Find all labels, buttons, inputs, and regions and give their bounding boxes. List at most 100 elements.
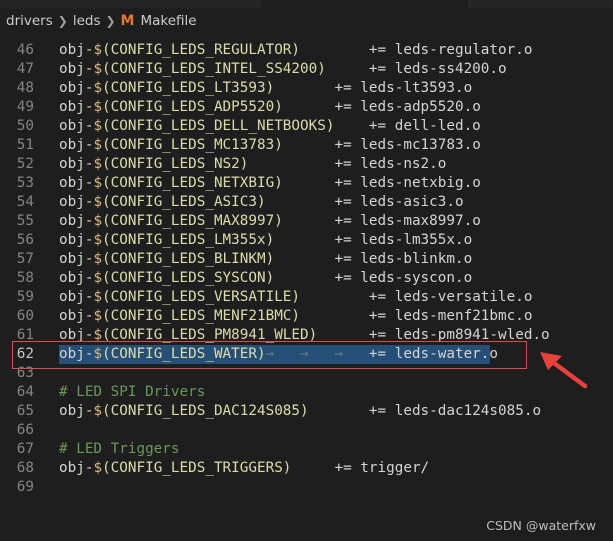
code-variable: (CONFIG_LEDS_LM355x) (102, 232, 275, 248)
code-comment: # LED SPI Drivers (59, 384, 206, 400)
line-number: 50 (16, 118, 34, 134)
code-obj: obj- (59, 42, 94, 58)
code-variable: (CONFIG_LEDS_INTEL_SS4200) (102, 61, 326, 77)
code-obj: obj- (59, 403, 94, 419)
code-content: obj-$(CONFIG_LEDS_TRIGGERS) += trigger/ (59, 459, 429, 478)
code-spacing (283, 99, 335, 115)
code-content: obj-$(CONFIG_LEDS_DAC124S085) += leds-da… (59, 402, 541, 421)
code-dollar: $ (93, 251, 103, 267)
line-number: 65 (16, 403, 34, 419)
code-content: obj-$(CONFIG_LEDS_MAX8997) += leds-max89… (59, 212, 481, 231)
code-variable: (CONFIG_LEDS_REGULATOR) (102, 42, 301, 58)
code-line[interactable]: 67 # LED Triggers (0, 440, 613, 459)
highlight-box (12, 341, 527, 369)
code-line[interactable]: 52 obj-$(CONFIG_LEDS_NS2) += leds-ns2.o (0, 155, 613, 174)
code-dollar: $ (93, 156, 103, 172)
code-line[interactable]: 51 obj-$(CONFIG_LEDS_MC13783) += leds-mc1… (0, 136, 613, 155)
code-spacing (300, 289, 369, 305)
code-line[interactable]: 68 obj-$(CONFIG_LEDS_TRIGGERS) += trigger… (0, 459, 613, 478)
code-content: obj-$(CONFIG_LEDS_NETXBIG) += leds-netxb… (59, 174, 481, 193)
code-target: dell-led.o (386, 118, 481, 134)
code-line[interactable]: 60 obj-$(CONFIG_LEDS_MENF21BMC) += leds-m… (0, 307, 613, 326)
code-obj: obj- (59, 251, 94, 267)
code-spacing (300, 42, 369, 58)
code-dollar: $ (93, 232, 103, 248)
line-number: 52 (16, 156, 34, 172)
line-number: 48 (16, 80, 34, 96)
code-operator: += (334, 137, 352, 153)
code-operator: += (368, 61, 387, 77)
code-editor[interactable]: 46 obj-$(CONFIG_LEDS_REGULATOR) += leds-r… (0, 32, 613, 502)
code-line[interactable]: 55 obj-$(CONFIG_LEDS_MAX8997) += leds-max… (0, 212, 613, 231)
breadcrumb-file[interactable]: Makefile (140, 13, 196, 29)
tab-active[interactable] (262, 0, 468, 8)
code-dollar: $ (93, 42, 103, 58)
code-obj: obj- (59, 270, 94, 286)
code-dollar: $ (93, 118, 103, 134)
code-line[interactable]: 64 # LED SPI Drivers (0, 383, 613, 402)
code-target: leds-max8997.o (351, 213, 481, 229)
code-line[interactable]: 47 obj-$(CONFIG_LEDS_INTEL_SS4200) += led… (0, 60, 613, 79)
breadcrumb-drivers[interactable]: drivers (6, 13, 53, 29)
line-number: 67 (16, 441, 34, 457)
code-line[interactable]: 59 obj-$(CONFIG_LEDS_VERSATILE) += leds-v… (0, 288, 613, 307)
code-obj: obj- (59, 156, 94, 172)
code-dollar: $ (93, 61, 103, 77)
code-target: leds-mc13783.o (351, 137, 481, 153)
line-number: 46 (16, 42, 34, 58)
code-line[interactable]: 54 obj-$(CONFIG_LEDS_ASIC3) += leds-asic3… (0, 193, 613, 212)
code-variable: (CONFIG_LEDS_MAX8997) (102, 213, 283, 229)
code-operator: += (368, 289, 387, 305)
code-dollar: $ (93, 460, 103, 476)
code-operator: += (334, 251, 352, 267)
code-variable: (CONFIG_LEDS_DELL_NETBOOKS) (102, 118, 335, 134)
code-dollar: $ (93, 213, 103, 229)
code-obj: obj- (59, 99, 94, 115)
code-content: obj-$(CONFIG_LEDS_ASIC3) += leds-asic3.o (59, 193, 464, 212)
code-variable: (CONFIG_LEDS_ASIC3) (102, 194, 266, 210)
code-spacing (283, 137, 335, 153)
code-line[interactable]: 56 obj-$(CONFIG_LEDS_LM355x) += leds-lm35… (0, 231, 613, 250)
code-dollar: $ (93, 175, 103, 191)
code-line[interactable]: 49 obj-$(CONFIG_LEDS_ADP5520) += leds-adp… (0, 98, 613, 117)
code-line[interactable]: 50 obj-$(CONFIG_LEDS_DELL_NETBOOKS) += de… (0, 117, 613, 136)
code-obj: obj- (59, 175, 94, 191)
code-operator: += (368, 403, 387, 419)
code-content: # LED SPI Drivers (59, 383, 205, 402)
code-content: obj-$(CONFIG_LEDS_MENF21BMC) += leds-men… (59, 307, 532, 326)
code-dollar: $ (93, 403, 103, 419)
code-variable: (CONFIG_LEDS_VERSATILE) (102, 289, 301, 305)
code-content: obj-$(CONFIG_LEDS_ADP5520) += leds-adp55… (59, 98, 481, 117)
line-number: 66 (16, 422, 34, 438)
code-line[interactable]: 66 (0, 421, 613, 440)
line-number: 51 (16, 137, 34, 153)
code-operator: += (334, 99, 352, 115)
code-content: obj-$(CONFIG_LEDS_INTEL_SS4200) += leds-… (59, 60, 507, 79)
line-number: 69 (16, 479, 34, 495)
code-content: obj-$(CONFIG_LEDS_LT3593) += leds-lt3593… (59, 79, 472, 98)
code-line[interactable]: 48 obj-$(CONFIG_LEDS_LT3593) += leds-lt35… (0, 79, 613, 98)
code-dollar: $ (93, 289, 103, 305)
code-content: obj-$(CONFIG_LEDS_VERSATILE) += leds-ver… (59, 288, 532, 307)
code-target: leds-asic3.o (351, 194, 464, 210)
code-line[interactable]: 69 (0, 478, 613, 497)
code-spacing (300, 308, 369, 324)
code-line[interactable]: 53 obj-$(CONFIG_LEDS_NETXBIG) += leds-net… (0, 174, 613, 193)
code-line[interactable]: 46 obj-$(CONFIG_LEDS_REGULATOR) += leds-r… (0, 41, 613, 60)
code-operator: += (334, 80, 352, 96)
breadcrumb-leds[interactable]: leds (73, 13, 101, 29)
code-line[interactable]: 57 obj-$(CONFIG_LEDS_BLINKM) += leds-blin… (0, 250, 613, 269)
code-spacing (283, 175, 335, 191)
code-target: leds-versatile.o (386, 289, 533, 305)
code-line[interactable]: 58 obj-$(CONFIG_LEDS_SYSCON) += leds-sysc… (0, 269, 613, 288)
code-variable: (CONFIG_LEDS_ADP5520) (102, 99, 283, 115)
code-spacing (274, 270, 334, 286)
code-line[interactable]: 65 obj-$(CONFIG_LEDS_DAC124S085) += leds-… (0, 402, 613, 421)
code-target: leds-adp5520.o (351, 99, 481, 115)
code-dollar: $ (93, 137, 103, 153)
makefile-icon: M (120, 13, 135, 29)
code-target: leds-netxbig.o (351, 175, 481, 191)
code-spacing (274, 251, 334, 267)
code-obj: obj- (59, 61, 94, 77)
code-spacing (334, 118, 368, 134)
